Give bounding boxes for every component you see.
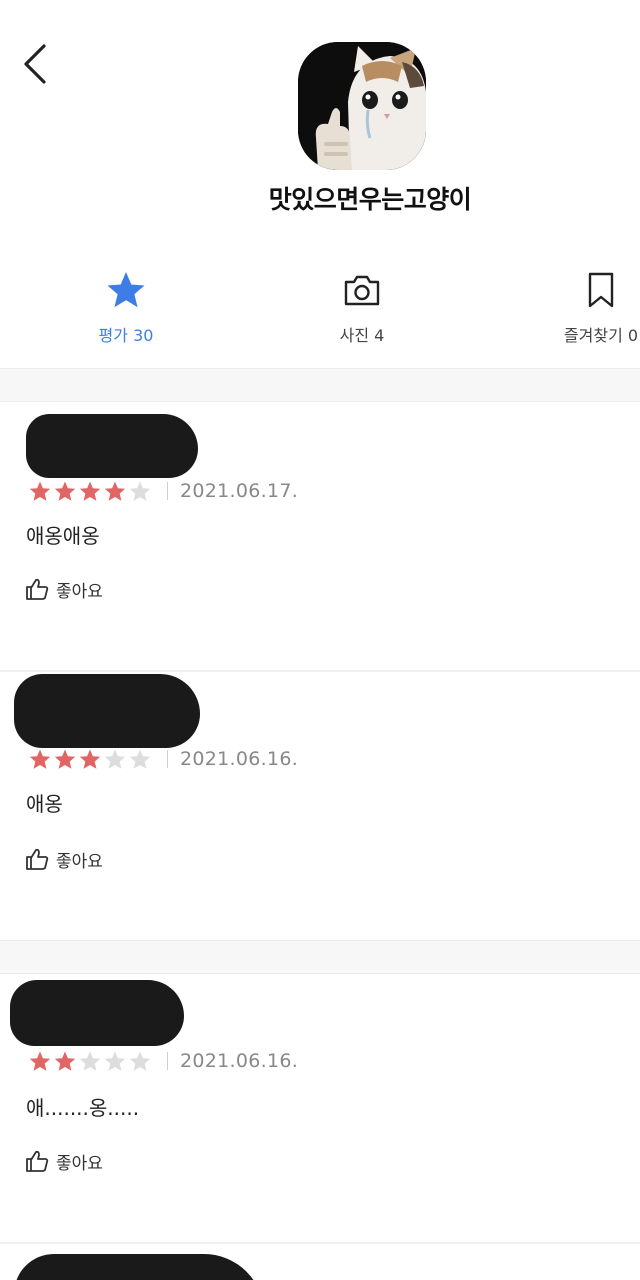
review-date: 2021.06.16. [180, 1050, 299, 1072]
back-button[interactable] [18, 40, 58, 88]
chevron-left-icon [24, 44, 46, 84]
redacted-username [10, 980, 184, 1046]
rating-row: 2021.06.16. [28, 748, 298, 770]
like-label: 좋아요 [56, 851, 103, 872]
tab-rating-label: 평가 30 [98, 326, 154, 345]
star-empty-icon [103, 1050, 127, 1072]
thumbs-up-icon [26, 1150, 49, 1172]
star-rating [28, 1050, 153, 1072]
star-empty-icon [103, 748, 127, 770]
section-divider [0, 368, 640, 402]
star-empty-icon [128, 480, 152, 502]
profile-tabs: 평가 30 사진 4 즐겨찾기 0 [0, 260, 640, 350]
like-label: 좋아요 [56, 581, 103, 602]
review-date: 2021.06.16. [180, 748, 299, 770]
star-filled-icon [103, 480, 127, 502]
divider [167, 750, 168, 768]
divider [167, 1052, 168, 1070]
star-empty-icon [128, 1050, 152, 1072]
star-empty-icon [78, 1050, 102, 1072]
review-text: 애옹 [26, 792, 63, 816]
star-filled-icon [78, 748, 102, 770]
bookmark-icon [588, 272, 614, 308]
profile-name: 맛있으면우는고양이 [268, 185, 472, 214]
star-filled-icon [28, 480, 52, 502]
star-filled-icon [53, 748, 77, 770]
review-item: 2021.06.16. 애옹 좋아요 [0, 672, 640, 940]
tab-rating[interactable]: 평가 30 [76, 260, 176, 350]
star-rating [28, 480, 153, 502]
divider [167, 482, 168, 500]
rating-row: 2021.06.16. [28, 1050, 298, 1072]
camera-icon [344, 275, 380, 306]
star-filled-icon [53, 1050, 77, 1072]
like-button[interactable]: 좋아요 [24, 576, 103, 602]
review-item: 2021.06.16. 애.......옹..... 좋아요 [0, 974, 640, 1242]
star-icon [107, 272, 145, 308]
like-button[interactable]: 좋아요 [24, 846, 103, 872]
redacted-username [26, 414, 198, 478]
review-date: 2021.06.17. [180, 480, 299, 502]
like-button[interactable]: 좋아요 [24, 1148, 103, 1174]
tab-photo[interactable]: 사진 4 [312, 260, 412, 350]
review-item: 2021.06.17. 애옹애옹 좋아요 [0, 402, 640, 670]
star-rating [28, 748, 153, 770]
redacted-username [14, 674, 200, 748]
thumbs-up-icon [26, 578, 49, 600]
like-label: 좋아요 [56, 1153, 103, 1174]
redacted-username [14, 1254, 264, 1280]
rating-row: 2021.06.17. [28, 480, 298, 502]
star-filled-icon [28, 748, 52, 770]
section-divider [0, 1242, 640, 1244]
tab-bookmark[interactable]: 즐겨찾기 0 [546, 260, 640, 350]
tab-photo-label: 사진 4 [339, 326, 385, 345]
tab-bookmark-label: 즐겨찾기 0 [563, 326, 639, 345]
avatar [298, 42, 426, 170]
section-divider [0, 940, 640, 974]
star-empty-icon [128, 748, 152, 770]
star-filled-icon [78, 480, 102, 502]
star-filled-icon [28, 1050, 52, 1072]
review-text: 애.......옹..... [26, 1096, 140, 1120]
star-filled-icon [53, 480, 77, 502]
thumbs-up-icon [26, 848, 49, 870]
review-text: 애옹애옹 [26, 524, 100, 548]
cat-thumbs-up-image [298, 42, 426, 170]
